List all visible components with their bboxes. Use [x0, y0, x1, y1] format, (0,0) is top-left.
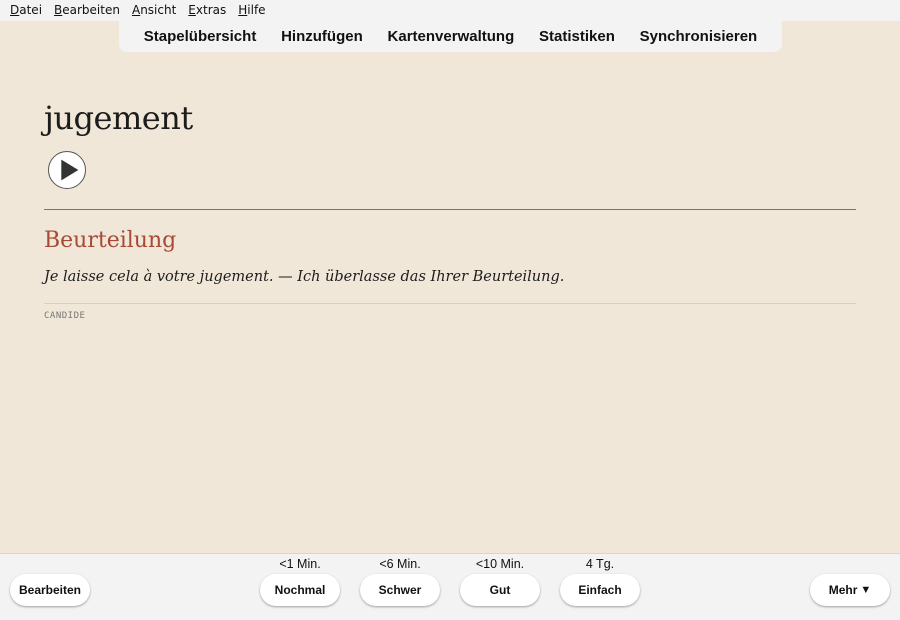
- nav-browse[interactable]: Kartenverwaltung: [382, 28, 521, 45]
- answer-again-button[interactable]: Nochmal: [260, 574, 340, 606]
- interval-easy: 4 Tg.: [585, 557, 615, 571]
- card-front-word: jugement: [44, 99, 193, 137]
- interval-again: <1 Min.: [279, 557, 321, 571]
- card-source: CANDIDE: [44, 311, 86, 321]
- menu-bar: Datei Bearbeiten Ansicht Extras Hilfe: [0, 0, 900, 21]
- nav-decks[interactable]: Stapelübersicht: [138, 28, 263, 45]
- nav-sync[interactable]: Synchronisieren: [634, 28, 764, 45]
- menu-view[interactable]: Ansicht: [126, 0, 182, 21]
- answer-easy-button[interactable]: Einfach: [560, 574, 640, 606]
- top-toolbar-area: Stapelübersicht Hinzufügen Kartenverwalt…: [0, 21, 900, 53]
- answer-divider: [44, 209, 856, 210]
- answer-good-button[interactable]: Gut: [460, 574, 540, 606]
- card-example-sentence: Je laisse cela à votre jugement. — Ich ü…: [44, 269, 565, 285]
- nav-stats[interactable]: Statistiken: [533, 28, 621, 45]
- audio-play-button[interactable]: [48, 151, 86, 189]
- bottom-bar: Bearbeiten <1 Min. Nochmal <6 Min. Schwe…: [0, 553, 900, 620]
- card-content: jugement Beurteilung Je laisse cela à vo…: [44, 95, 856, 321]
- answer-hard-button[interactable]: Schwer: [360, 574, 440, 606]
- top-toolbar: Stapelübersicht Hinzufügen Kartenverwalt…: [119, 21, 782, 52]
- menu-edit[interactable]: Bearbeiten: [48, 0, 126, 21]
- edit-button[interactable]: Bearbeiten: [10, 574, 90, 606]
- more-label: Mehr: [828, 583, 858, 597]
- menu-tools[interactable]: Extras: [182, 0, 232, 21]
- interval-hard: <6 Min.: [379, 557, 421, 571]
- more-button[interactable]: Mehr ▼: [810, 574, 890, 606]
- menu-help[interactable]: Hilfe: [232, 0, 271, 21]
- source-divider: [44, 303, 856, 304]
- menu-file[interactable]: Datei: [4, 0, 48, 21]
- nav-add[interactable]: Hinzufügen: [275, 28, 369, 45]
- interval-good: <10 Min.: [475, 557, 525, 571]
- play-icon: [61, 159, 79, 181]
- triangle-down-icon: ▼: [860, 584, 872, 596]
- card-meaning: Beurteilung: [44, 228, 177, 253]
